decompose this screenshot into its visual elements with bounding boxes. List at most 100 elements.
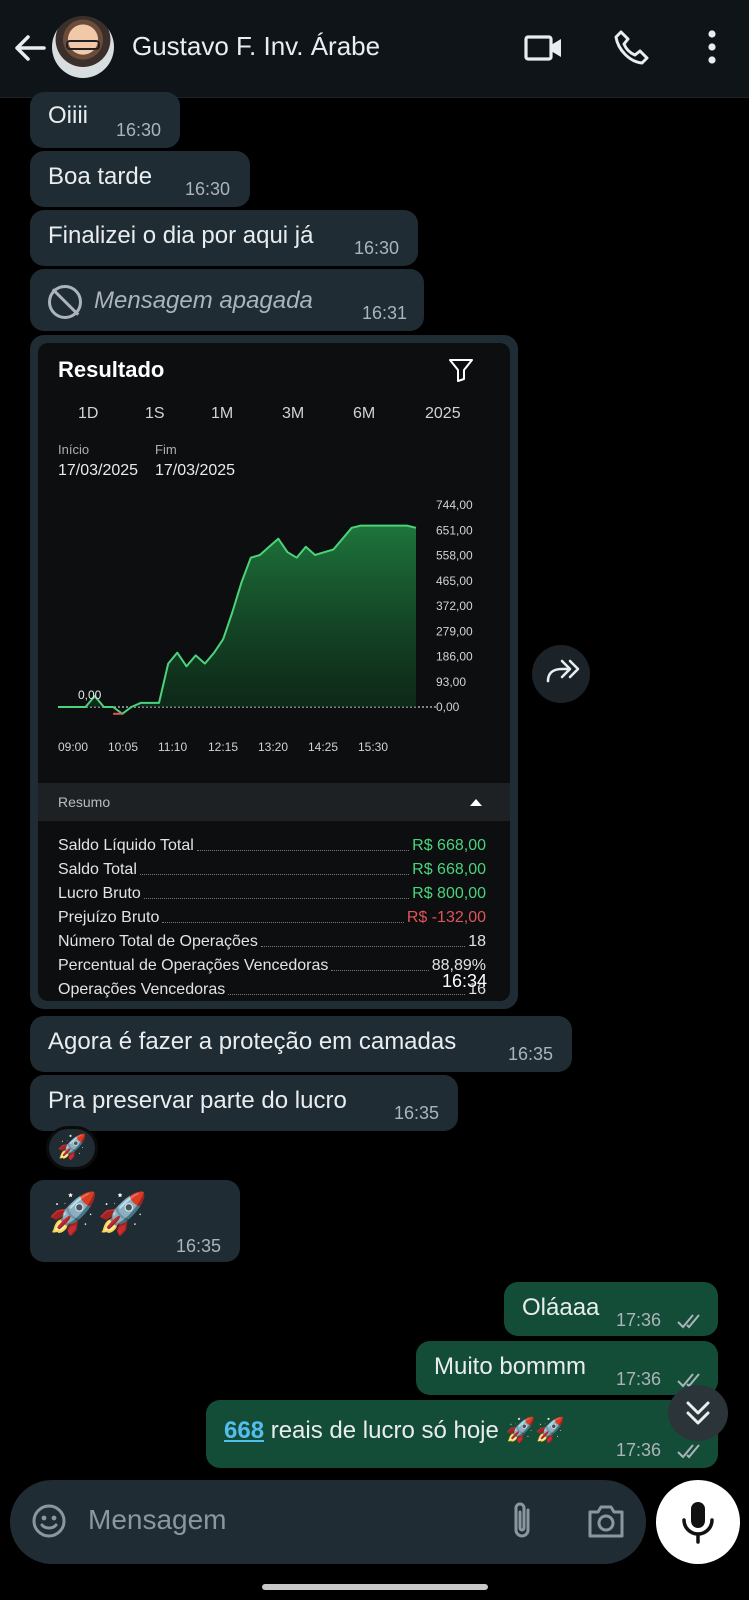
- read-ticks-icon: [677, 1314, 700, 1329]
- message-text: Muito bommm: [434, 1353, 587, 1380]
- summary-value: R$ 668,00: [412, 861, 486, 878]
- message-text-rest: reais de lucro só hoje 🚀🚀: [264, 1417, 566, 1444]
- message-bubble[interactable]: Pra preservar parte do lucro 16:35: [30, 1075, 458, 1131]
- y-tick-label: 465,00: [436, 574, 473, 588]
- message-bubble-out[interactable]: Muito bommm 17:36: [416, 1341, 718, 1395]
- message-bubble[interactable]: 🚀🚀 16:35: [30, 1180, 240, 1262]
- result-title: Resultado: [58, 357, 165, 382]
- sticker-icon[interactable]: [30, 1502, 68, 1540]
- message-time: 16:30: [116, 120, 162, 140]
- back-arrow-icon[interactable]: [12, 30, 48, 66]
- contact-name[interactable]: Gustavo F. Inv. Árabe: [132, 31, 380, 62]
- y-tick-label: 186,00: [436, 650, 473, 664]
- y-tick-label: 279,00: [436, 624, 473, 638]
- period-tab: 1S: [145, 405, 165, 422]
- summary-label: Prejuízo Bruto: [58, 909, 160, 926]
- message-text: Agora é fazer a proteção em camadas: [48, 1028, 457, 1055]
- message-text: Oláaaa: [522, 1294, 600, 1321]
- x-tick-label: 15:30: [358, 740, 388, 754]
- message-bubble[interactable]: Agora é fazer a proteção em camadas 16:3…: [30, 1016, 572, 1072]
- caret-up-icon: [470, 799, 482, 806]
- summary-title: Resumo: [58, 794, 111, 810]
- dotted-leader: [331, 970, 429, 971]
- period-tab: 2025: [425, 405, 461, 422]
- summary-label: Número Total de Operações: [58, 933, 258, 950]
- message-bubble-out[interactable]: 668 reais de lucro só hoje 🚀🚀 17:36: [206, 1400, 718, 1468]
- message-text: 🚀🚀: [48, 1192, 148, 1236]
- summary-value: R$ 668,00: [412, 837, 486, 854]
- summary-label: Saldo Total: [58, 861, 137, 878]
- result-chart: 744,00 651,00 558,00 465,00 372,00 279,00 186,…: [58, 498, 473, 754]
- message-time: 17:36: [616, 1440, 662, 1460]
- chart-area: [58, 525, 416, 707]
- summary-row: Prejuízo Bruto R$ -132,00: [58, 905, 486, 927]
- x-tick-label: 14:25: [308, 740, 338, 754]
- message-time: 16:30: [354, 238, 400, 258]
- summary-header: Resumo: [38, 783, 510, 821]
- camera-icon[interactable]: [586, 1502, 626, 1540]
- start-date: 17/03/2025: [58, 462, 139, 479]
- message-bubble[interactable]: Oiiii 16:30: [30, 92, 180, 148]
- message-bubble[interactable]: Finalizei o dia por aqui já 16:30: [30, 210, 418, 266]
- message-composer[interactable]: Mensagem: [10, 1480, 646, 1564]
- y-tick-label: 744,00: [436, 498, 473, 512]
- dotted-leader: [260, 946, 466, 947]
- chat-header: Gustavo F. Inv. Árabe: [0, 0, 749, 98]
- x-tick-label: 12:15: [208, 740, 238, 754]
- reaction-badge[interactable]: 🚀: [46, 1126, 98, 1170]
- y-tick-label: 372,00: [436, 599, 473, 613]
- summary-label: Operações Vencedoras: [58, 981, 226, 998]
- summary-row: Saldo Total R$ 668,00: [58, 857, 486, 879]
- message-time: 16:31: [362, 303, 408, 323]
- message-text: Finalizei o dia por aqui já: [48, 222, 314, 249]
- forward-icon[interactable]: [532, 645, 590, 703]
- scroll-down-icon[interactable]: [668, 1385, 728, 1441]
- summary-value: R$ -132,00: [406, 909, 486, 926]
- deleted-message-bubble[interactable]: Mensagem apagada 16:31: [30, 269, 424, 331]
- period-tab: 1D: [78, 405, 99, 422]
- blocked-icon: [48, 285, 82, 319]
- message-time: 16:34: [442, 971, 488, 991]
- phone-icon[interactable]: [612, 28, 652, 68]
- more-vert-icon[interactable]: [692, 28, 732, 68]
- summary-label: Percentual de Operações Vencedoras: [58, 957, 329, 974]
- x-tick-label: 09:00: [58, 740, 88, 754]
- message-input[interactable]: Mensagem: [88, 1504, 227, 1536]
- message-bubble[interactable]: Boa tarde 16:30: [30, 151, 250, 207]
- period-tab: 3M: [282, 405, 305, 422]
- message-text: Mensagem apagada: [94, 287, 313, 314]
- y-tick-label: 0,00: [436, 700, 460, 714]
- microphone-button[interactable]: [656, 1480, 740, 1564]
- dotted-leader: [228, 994, 466, 995]
- dotted-leader: [143, 898, 410, 899]
- message-bubble-out[interactable]: Oláaaa 17:36: [504, 1282, 718, 1336]
- end-date: 17/03/2025: [155, 462, 236, 479]
- message-time: 17:36: [616, 1369, 662, 1389]
- message-text: Pra preservar parte do lucro: [48, 1087, 347, 1114]
- video-call-icon[interactable]: [524, 28, 564, 68]
- message-time: 16:30: [185, 179, 231, 199]
- attach-icon[interactable]: [506, 1500, 540, 1542]
- avatar[interactable]: [52, 16, 114, 78]
- summary-row: Número Total de Operações 18: [58, 929, 486, 951]
- message-time: 16:35: [394, 1103, 440, 1123]
- summary-row: Saldo Líquido Total R$ 668,00: [58, 833, 486, 855]
- message-time: 16:35: [508, 1044, 554, 1064]
- summary-label: Lucro Bruto: [58, 885, 141, 902]
- dotted-leader: [196, 850, 410, 851]
- summary-row: Lucro Bruto R$ 800,00: [58, 881, 486, 903]
- image-message[interactable]: Resultado 1D 1S 1M 3M 6M 2025 Início Fim…: [30, 335, 518, 1009]
- baseline-label: 0,00: [78, 688, 102, 702]
- summary-value: R$ 800,00: [412, 885, 486, 902]
- result-screenshot: Resultado 1D 1S 1M 3M 6M 2025 Início Fim…: [38, 343, 510, 1001]
- message-text: Boa tarde: [48, 163, 153, 190]
- x-tick-label: 11:10: [158, 740, 187, 754]
- summary-row: Operações Vencedoras 16: [58, 977, 486, 999]
- y-tick-label: 93,00: [436, 675, 466, 689]
- summary-value: 18: [468, 933, 486, 950]
- period-tab: 6M: [353, 405, 376, 422]
- dotted-leader: [162, 922, 404, 923]
- summary-label: Saldo Líquido Total: [58, 837, 194, 854]
- start-label: Início: [58, 442, 90, 457]
- number-link[interactable]: 668: [224, 1417, 264, 1444]
